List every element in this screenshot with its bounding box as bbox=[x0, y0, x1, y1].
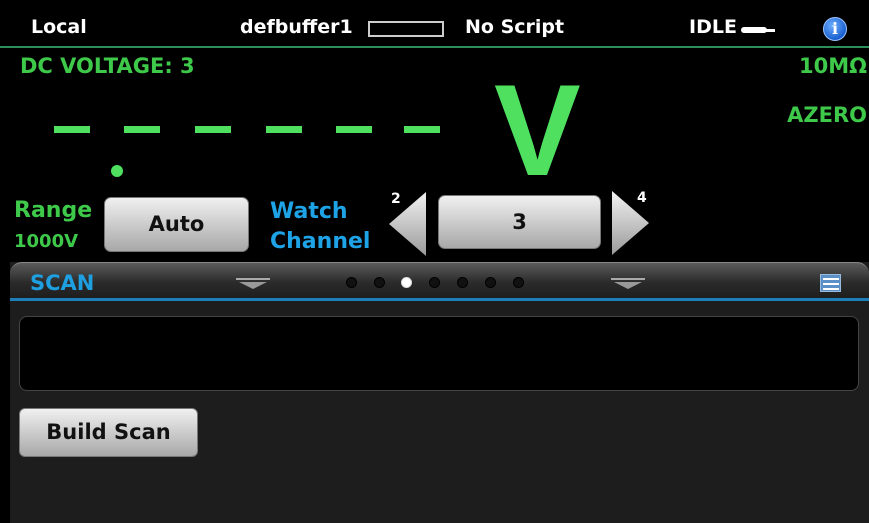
page-indicator-dot[interactable] bbox=[429, 277, 440, 288]
panel-divider bbox=[10, 298, 869, 301]
swipe-panel-title: SCAN bbox=[30, 271, 95, 295]
range-value: 1000V bbox=[14, 231, 79, 252]
swipe-down-icon[interactable] bbox=[236, 278, 270, 290]
trigger-state-icon bbox=[741, 25, 775, 33]
swipe-down-icon[interactable] bbox=[611, 278, 645, 290]
reading-value bbox=[54, 126, 440, 140]
reading-dash bbox=[195, 126, 231, 133]
function-label: DC VOLTAGE: 3 bbox=[20, 54, 195, 78]
scan-swipe-panel: SCAN Build Scan bbox=[10, 262, 869, 523]
reading-dash bbox=[266, 126, 302, 133]
decimal-point bbox=[111, 165, 123, 177]
autozero-indicator: AZERO bbox=[787, 103, 867, 127]
settings-list-icon[interactable] bbox=[820, 274, 841, 292]
reading-dash bbox=[336, 126, 372, 133]
range-auto-button[interactable]: Auto bbox=[104, 197, 249, 252]
build-scan-button[interactable]: Build Scan bbox=[19, 408, 198, 457]
previous-channel-number: 2 bbox=[391, 191, 401, 207]
page-indicator-dot[interactable] bbox=[346, 277, 357, 288]
info-icon[interactable]: i bbox=[823, 17, 847, 41]
input-impedance-indicator: 10MΩ bbox=[799, 54, 867, 78]
range-label: Range bbox=[14, 198, 93, 223]
reading-dash bbox=[124, 126, 160, 133]
status-bar: Local defbuffer1 No Script IDLE i bbox=[0, 0, 869, 48]
scan-list-field[interactable] bbox=[19, 316, 859, 391]
active-buffer-name[interactable]: defbuffer1 bbox=[240, 16, 353, 38]
page-indicator-dot-active[interactable] bbox=[401, 277, 412, 288]
reading-dash bbox=[404, 126, 440, 133]
buffer-fill-bar[interactable] bbox=[368, 21, 444, 37]
reading-unit: V bbox=[494, 57, 581, 203]
watch-label-line2: Channel bbox=[270, 229, 371, 254]
next-channel-number: 4 bbox=[637, 190, 647, 206]
page-indicator-dot[interactable] bbox=[513, 277, 524, 288]
watch-channel-label: Watch Channel bbox=[270, 197, 370, 257]
reading-dash bbox=[54, 126, 90, 133]
watch-label-line1: Watch bbox=[270, 199, 348, 224]
script-indicator[interactable]: No Script bbox=[465, 16, 564, 38]
swipe-panel-header[interactable]: SCAN bbox=[10, 262, 869, 298]
trigger-state[interactable]: IDLE bbox=[689, 16, 737, 38]
watch-channel-button[interactable]: 3 bbox=[438, 195, 601, 249]
page-indicator-dot[interactable] bbox=[457, 277, 468, 288]
page-indicator-dot[interactable] bbox=[485, 277, 496, 288]
page-indicator-dot[interactable] bbox=[374, 277, 385, 288]
remote-mode-indicator[interactable]: Local bbox=[31, 16, 87, 38]
